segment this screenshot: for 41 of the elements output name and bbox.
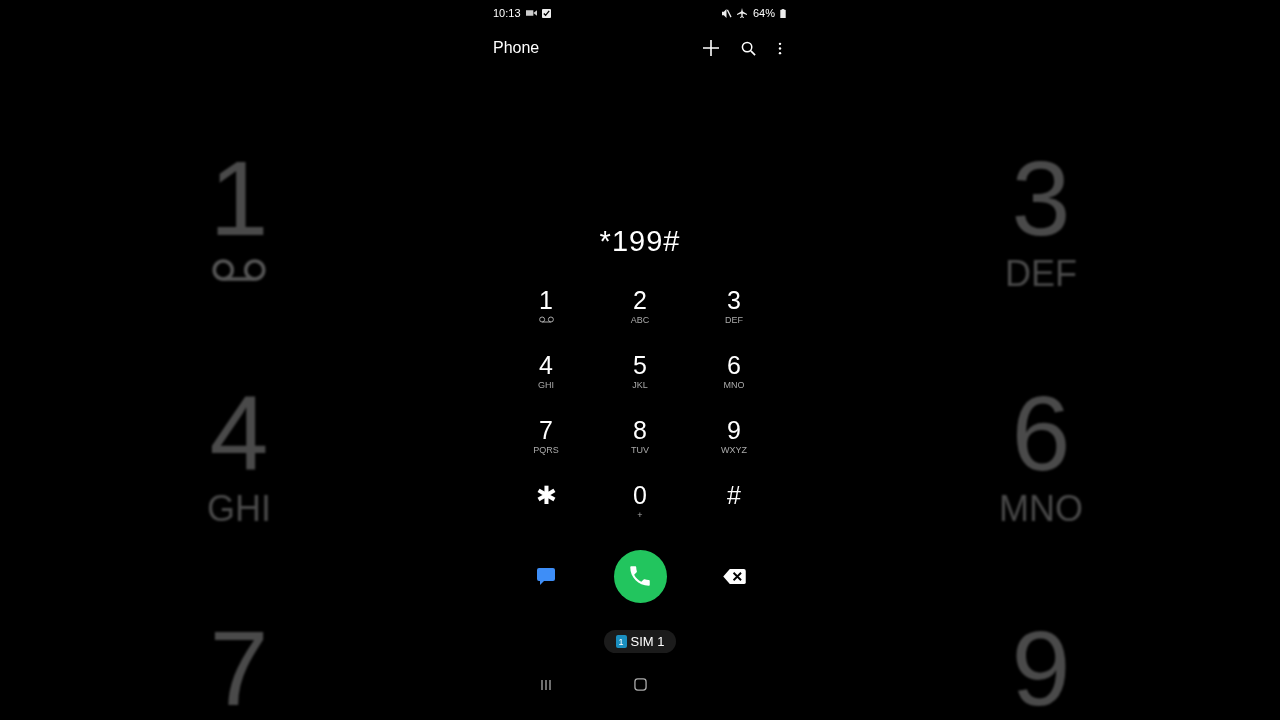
search-icon[interactable] [741, 40, 756, 56]
dial-key[interactable]: 5 JKL [593, 351, 687, 416]
dial-key[interactable]: 7 PQRS [499, 416, 593, 481]
dialed-number: *199# [598, 225, 682, 259]
blurred-key-letters: DEF [1005, 252, 1077, 296]
voicemail-icon [538, 316, 554, 323]
dial-key[interactable]: 3 DEF [687, 286, 781, 351]
dial-key[interactable]: ✱ [499, 481, 593, 546]
sim-selector[interactable]: 1 SIM 1 [603, 630, 677, 653]
airplane-icon [736, 8, 747, 18]
dial-key[interactable]: # [687, 481, 781, 546]
add-icon[interactable] [703, 40, 719, 56]
status-time: 10:13 [493, 7, 521, 19]
blurred-key-letters: GHI [207, 487, 271, 531]
app-title: Phone [493, 39, 540, 57]
recent-apps-icon[interactable] [540, 678, 552, 691]
dial-key[interactable]: 6 MNO [687, 351, 781, 416]
battery-percent: 64% [752, 7, 775, 19]
phone-icon [627, 563, 653, 589]
dial-key[interactable]: 1 [499, 286, 593, 351]
blurred-key-digit: 1 [209, 150, 269, 246]
blurred-key-digit: 4 [209, 385, 269, 481]
dial-key[interactable]: 0 + [593, 481, 687, 546]
blurred-key-digit: 3 [1011, 150, 1071, 246]
dial-key[interactable]: 9 WXYZ [687, 416, 781, 481]
voicemail-icon [212, 258, 266, 282]
blurred-key-digit: 9 [1011, 620, 1071, 716]
blurred-key-digit: 7 [209, 620, 269, 716]
backspace-icon[interactable] [722, 568, 746, 584]
blurred-key-letters: MNO [999, 487, 1083, 531]
blurred-key-digit: 6 [1011, 385, 1071, 481]
video-camera-icon [525, 9, 537, 17]
dial-key[interactable]: 8 TUV [593, 416, 687, 481]
dial-key[interactable]: 4 GHI [499, 351, 593, 416]
mute-icon [720, 8, 732, 18]
checkbox-icon [541, 8, 551, 18]
dial-key[interactable]: 2 ABC [593, 286, 687, 351]
more-options-icon[interactable] [778, 41, 782, 55]
home-icon[interactable] [633, 678, 647, 691]
message-icon[interactable] [537, 567, 555, 585]
battery-icon [780, 8, 786, 18]
